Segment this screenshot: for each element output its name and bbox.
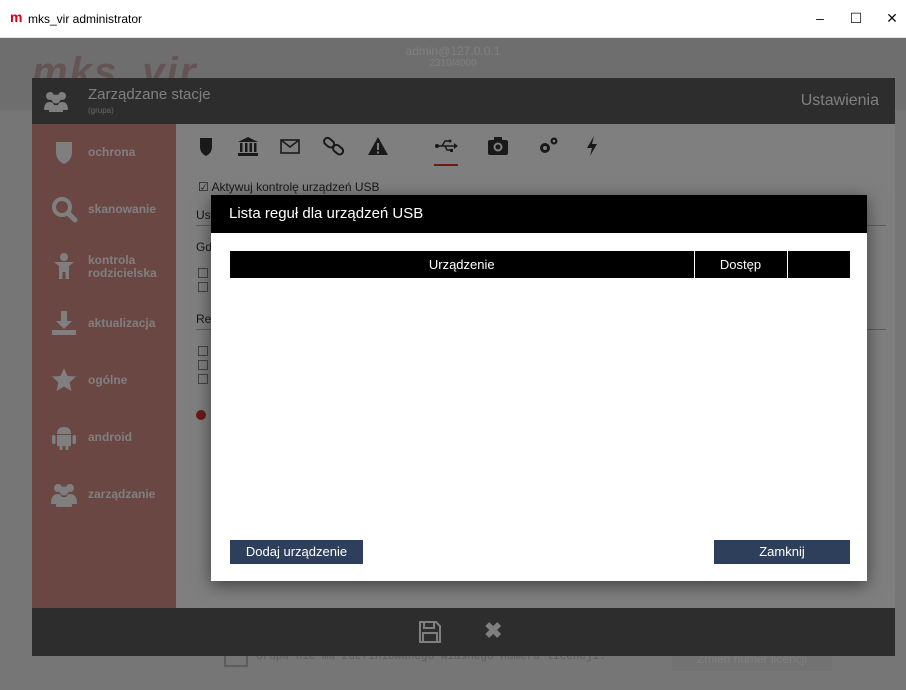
- column-header-access[interactable]: Dostęp: [694, 251, 788, 278]
- dialog-title: Lista reguł dla urządzeń USB: [229, 205, 424, 222]
- minimize-button[interactable]: –: [806, 6, 834, 30]
- window-titlebar: m mks_vir administrator – ☐ ✕: [0, 0, 906, 38]
- maximize-button[interactable]: ☐: [842, 6, 870, 30]
- table-header-row: Urządzenie Dostęp: [230, 251, 850, 278]
- window-title: mks_vir administrator: [28, 12, 143, 26]
- usb-rules-table: Urządzenie Dostęp: [230, 251, 850, 278]
- app-logo-icon: m: [10, 9, 23, 25]
- close-dialog-button[interactable]: Zamknij: [714, 540, 850, 564]
- add-device-button[interactable]: Dodaj urządzenie: [230, 540, 363, 564]
- column-header-actions: [787, 251, 850, 278]
- close-window-button[interactable]: ✕: [878, 6, 906, 30]
- dialog-header: Lista reguł dla urządzeń USB: [211, 195, 867, 233]
- usb-rules-dialog: Lista reguł dla urządzeń USB Urządzenie …: [211, 195, 867, 581]
- column-header-device[interactable]: Urządzenie: [230, 251, 695, 278]
